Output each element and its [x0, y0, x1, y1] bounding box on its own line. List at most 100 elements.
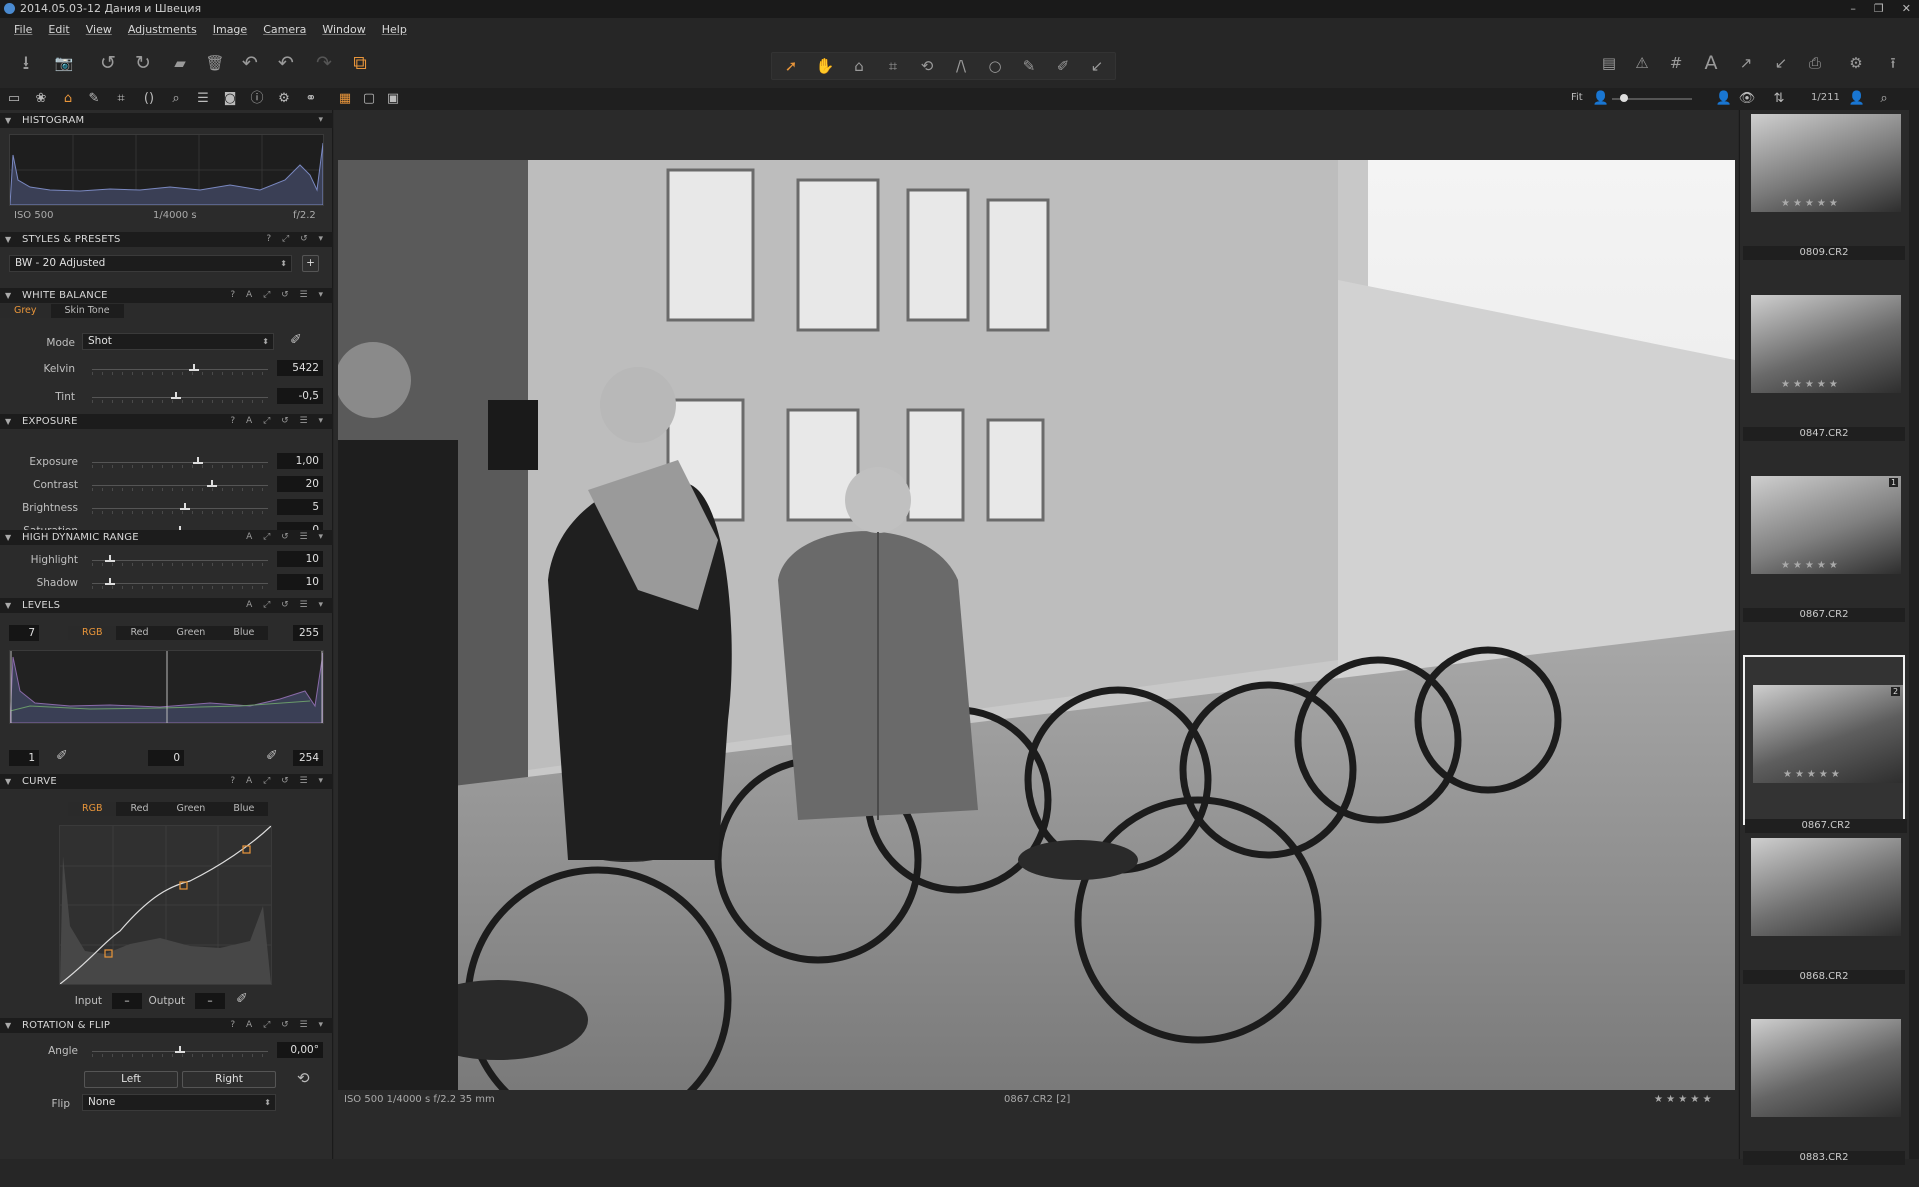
- contrast-slider-knob[interactable]: [206, 480, 217, 489]
- menu-edit[interactable]: Edit: [48, 23, 69, 36]
- reset-icon[interactable]: ↶: [237, 50, 263, 76]
- kelvin-value[interactable]: 5422: [277, 360, 323, 376]
- filmstrip-scrollbar[interactable]: [1909, 110, 1919, 1159]
- process-icon[interactable]: ↙: [1768, 50, 1794, 76]
- thumbnail-stars[interactable]: ★★★★★: [1783, 769, 1843, 780]
- thumbnail[interactable]: 2 ★★★★★ 0867.CR2: [1743, 655, 1907, 833]
- color-tab-icon[interactable]: ❀: [32, 91, 50, 107]
- highlight-value[interactable]: 10: [277, 551, 323, 567]
- levels-tab-green[interactable]: Green: [163, 626, 220, 640]
- menu-file[interactable]: File: [14, 23, 32, 36]
- shadow-value[interactable]: 10: [277, 574, 323, 590]
- contrast-value[interactable]: 20: [277, 476, 323, 492]
- variants-icon[interactable]: ⧉: [347, 50, 373, 76]
- curve-picker-icon[interactable]: ✐: [236, 991, 248, 1007]
- zoom-out-icon[interactable]: 👤: [1592, 91, 1610, 107]
- contrast-slider[interactable]: [92, 480, 268, 492]
- curve-svg[interactable]: [59, 825, 272, 985]
- thumbnail[interactable]: ★★★★★ 0809.CR2: [1743, 112, 1905, 282]
- thumbnail-stars[interactable]: ★★★★★: [1781, 198, 1841, 209]
- brush-icon[interactable]: ✎: [1016, 53, 1042, 79]
- brush-tab-icon[interactable]: ✎: [85, 91, 103, 107]
- curve-editor[interactable]: [59, 825, 272, 985]
- highlight-slider-knob[interactable]: [104, 555, 115, 564]
- minimize-button[interactable]: –: [1850, 0, 1856, 18]
- levels-header[interactable]: ▼ LEVELS A ⤢ ↺ ☰ ▾: [0, 598, 333, 613]
- levels-tab-rgb[interactable]: RGB: [68, 626, 117, 640]
- rotate-left-icon[interactable]: ↺: [95, 50, 121, 76]
- curve-header[interactable]: ▼ CURVE ? A ⤢ ↺ ☰ ▾: [0, 774, 333, 789]
- undo-icon[interactable]: ↶: [273, 50, 299, 76]
- rotate-right-icon[interactable]: ↻: [130, 50, 156, 76]
- metadata-tab-icon[interactable]: ☰: [194, 91, 212, 107]
- thumbnail[interactable]: 1 ★★★★★ 0867.CR2: [1743, 474, 1905, 644]
- details-tab-icon[interactable]: ⌕: [167, 91, 185, 107]
- menu-adjustments[interactable]: Adjustments: [128, 23, 197, 36]
- warning-icon[interactable]: ⚠: [1629, 50, 1655, 76]
- rotate-tool-icon[interactable]: ⟲: [914, 53, 940, 79]
- thumbnail[interactable]: 0868.CR2: [1743, 836, 1905, 1006]
- thumbnail[interactable]: 0883.CR2: [1743, 1017, 1905, 1187]
- levels-input-right[interactable]: 255: [293, 625, 323, 641]
- style-preset-select[interactable]: BW - 20 Adjusted ⬍: [9, 255, 292, 272]
- single-view-icon[interactable]: ▢: [360, 91, 378, 107]
- flip-select[interactable]: None ⬍: [82, 1094, 276, 1111]
- move-to-folder-icon[interactable]: ▰: [167, 50, 193, 76]
- thumbnail[interactable]: ★★★★★ 0847.CR2: [1743, 293, 1905, 463]
- curve-input-value[interactable]: –: [112, 993, 142, 1009]
- search-icon[interactable]: ⌕: [1875, 91, 1893, 107]
- shadow-slider[interactable]: [92, 578, 268, 590]
- select-cursor-icon[interactable]: ➚: [778, 53, 804, 79]
- import-icon[interactable]: ⭳: [13, 50, 39, 76]
- kelvin-slider[interactable]: [92, 364, 268, 376]
- layout-icon[interactable]: ▤: [1596, 50, 1622, 76]
- exposure-tab-icon[interactable]: ⌂: [59, 91, 77, 107]
- brightness-slider-knob[interactable]: [180, 503, 191, 512]
- angle-value[interactable]: 0,00°: [277, 1042, 323, 1058]
- histogram-header[interactable]: ▼ HISTOGRAM ▾: [0, 113, 333, 128]
- tint-slider-knob[interactable]: [171, 392, 182, 401]
- exposure-header[interactable]: ▼ EXPOSURE ? A ⤢ ↺ ☰ ▾: [0, 414, 333, 429]
- close-button[interactable]: ✕: [1902, 0, 1911, 18]
- export-icon[interactable]: ↗: [1733, 50, 1759, 76]
- grid-view-icon[interactable]: ▦: [336, 91, 354, 107]
- capture-tab-icon[interactable]: ◙: [221, 91, 239, 107]
- angle-slider-knob[interactable]: [175, 1046, 185, 1055]
- thumbnail-image[interactable]: [1751, 838, 1901, 936]
- text-icon[interactable]: A: [1698, 50, 1724, 76]
- curve-tab-rgb[interactable]: RGB: [68, 802, 117, 816]
- curve-tab-blue[interactable]: Blue: [219, 802, 268, 816]
- levels-tab-blue[interactable]: Blue: [219, 626, 268, 640]
- redo-icon[interactable]: ↷: [311, 50, 337, 76]
- add-style-button[interactable]: +: [302, 255, 319, 272]
- highlight-slider[interactable]: [92, 555, 268, 567]
- levels-input-left[interactable]: 7: [9, 625, 39, 641]
- brightness-value[interactable]: 5: [277, 499, 323, 515]
- filter-user-icon[interactable]: 👤: [1848, 91, 1866, 107]
- angle-slider[interactable]: [92, 1046, 268, 1058]
- curve-tab-green[interactable]: Green: [163, 802, 220, 816]
- menu-view[interactable]: View: [86, 23, 112, 36]
- viewer-rating[interactable]: ★ ★ ★ ★ ★: [1654, 1094, 1712, 1105]
- wb-mode-select[interactable]: Shot ⬍: [82, 333, 274, 350]
- settings-icon[interactable]: ⚙: [1843, 50, 1869, 76]
- thumbnail-stars[interactable]: ★★★★★: [1781, 379, 1841, 390]
- crop-icon[interactable]: ⌗: [880, 53, 906, 79]
- lens-tab-icon[interactable]: (): [140, 91, 158, 107]
- menu-window[interactable]: Window: [322, 23, 365, 36]
- tint-slider[interactable]: [92, 392, 268, 404]
- levels-output-mid[interactable]: 0: [148, 750, 184, 766]
- output-tab-icon[interactable]: ⚭: [302, 91, 320, 107]
- styles-header[interactable]: ▼ STYLES & PRESETS ? ⤢ ↺ ▾: [0, 232, 333, 247]
- zoom-slider-knob[interactable]: [1620, 94, 1628, 102]
- maximize-button[interactable]: ❐: [1874, 0, 1884, 18]
- print-icon[interactable]: ⎙: [1802, 50, 1828, 76]
- kelvin-slider-knob[interactable]: [189, 364, 200, 373]
- exposure-value[interactable]: 1,00: [277, 453, 323, 469]
- trash-icon[interactable]: 🗑: [202, 50, 228, 76]
- compare-view-icon[interactable]: ▣: [384, 91, 402, 107]
- eye-icon[interactable]: 👁: [1738, 91, 1756, 107]
- curve-tab-red[interactable]: Red: [116, 802, 162, 816]
- zoom-fit-label[interactable]: Fit: [1571, 92, 1583, 103]
- main-photo[interactable]: [338, 160, 1735, 1090]
